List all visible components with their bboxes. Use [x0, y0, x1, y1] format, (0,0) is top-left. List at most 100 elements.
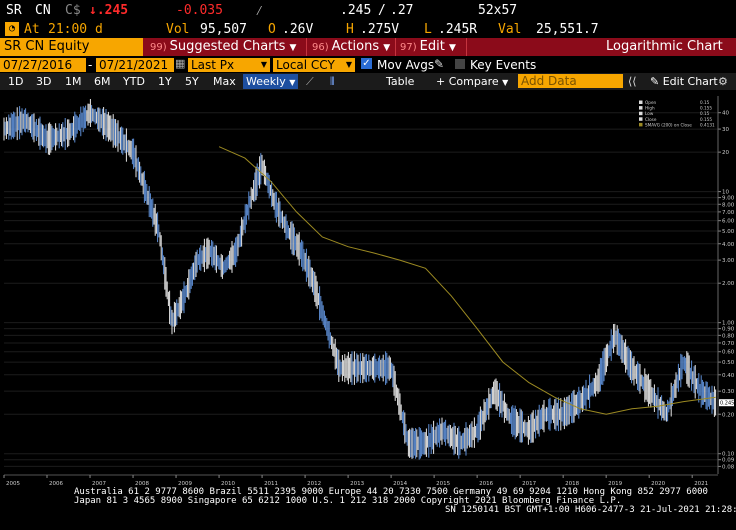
actions-menu[interactable]: 96) Actions ▼ [312, 38, 390, 56]
legend-name: SMAVG (200) on Close [645, 122, 692, 127]
currency-label: Local CCY [276, 58, 335, 72]
chevron-down-icon: ▼ [502, 78, 509, 87]
last-price-tag: 0.245 [719, 399, 734, 407]
clock-icon: ◔ [5, 22, 19, 36]
legend-swatch [639, 100, 643, 104]
edit-chart-button[interactable]: ✎ Edit Chart [650, 74, 718, 89]
val-label: Val [498, 22, 522, 37]
edit-chart-label: Edit Chart [662, 75, 718, 88]
legend-name: High [645, 106, 655, 111]
vol-label: Vol [166, 22, 190, 37]
period-3d[interactable]: 3D [36, 74, 51, 89]
calendar-icon[interactable]: ▦ [175, 57, 185, 70]
ask: .27 [390, 3, 414, 18]
period-1y[interactable]: 1Y [158, 74, 172, 89]
edit-number: 97) [400, 42, 417, 53]
y-tick-label: 2.00 [722, 281, 735, 287]
y-tick-label: 0.50 [722, 360, 735, 366]
candle-icon[interactable]: ⫴ [330, 74, 335, 89]
legend-name: Low [645, 111, 654, 116]
price-field-select[interactable]: Last Px ▼ [188, 58, 270, 72]
add-data-input[interactable]: Add Data [518, 74, 623, 88]
high-label: H [346, 22, 354, 37]
menu-divider [306, 38, 307, 56]
y-tick-label: 9.00 [722, 196, 735, 202]
frequency-select[interactable]: Weekly ▼ [243, 74, 299, 89]
legend-swatch [639, 117, 643, 121]
currency: C$ [65, 3, 81, 18]
quote-time: 21:00 d [48, 22, 103, 37]
mov-avgs-checkbox[interactable]: ✓ [361, 58, 372, 69]
chevron-down-icon: ▼ [289, 78, 296, 87]
actions-label: Actions [331, 39, 380, 54]
pencil-icon[interactable]: ✎ [434, 57, 444, 71]
frequency-label: Weekly [246, 75, 286, 88]
bid: .245 [340, 3, 372, 18]
chevron-down-icon: ▼ [289, 43, 297, 53]
y-tick-label: 0.30 [722, 389, 735, 395]
chart-title: Logarithmic Chart [606, 39, 723, 54]
period-ytd[interactable]: YTD [123, 74, 145, 89]
at-label: At [24, 22, 40, 37]
key-events-label: Key Events [470, 58, 537, 72]
high-price: .275V [360, 22, 400, 37]
price-chart[interactable]: 403020109.008.007.006.005.004.003.002.00… [0, 90, 736, 490]
y-tick-label: 0.09 [722, 458, 735, 464]
chevron-down-icon: ▼ [260, 60, 267, 69]
y-tick-label: 40 [722, 111, 729, 117]
last-price-tag-label: 0.245 [720, 401, 734, 407]
legend-value: 0.15 [700, 111, 710, 116]
y-tick-label: 6.00 [722, 219, 735, 225]
end-date-field[interactable]: 07/21/2021 [96, 58, 174, 72]
mov-avgs-label: Mov Avgs [377, 58, 435, 72]
suggested-charts-label: Suggested Charts [169, 39, 286, 54]
suggested-charts-menu[interactable]: 99) Suggested Charts ▼ [150, 38, 296, 56]
low-label: L [424, 22, 432, 37]
period-1m[interactable]: 1M [65, 74, 82, 89]
legend-value: 0.4131 [700, 122, 715, 127]
compare-button[interactable]: + Compare ▼ [436, 74, 508, 89]
sparkline-icon: ⁄ [255, 3, 264, 19]
line-chart-icon[interactable]: ⟋ [306, 74, 314, 89]
table-button[interactable]: Table [386, 74, 414, 89]
open-price: .26V [282, 22, 314, 37]
y-axis: 403020109.008.007.006.005.004.003.002.00… [717, 96, 735, 474]
date-range-dash: - [88, 58, 93, 72]
chart-legend: Open 0.15 High 0.155 Low 0.15 Close 0.155 SMAVG … [639, 100, 715, 127]
chevron-down-icon: ▼ [383, 43, 391, 53]
period-6m[interactable]: 6M [94, 74, 111, 89]
period-5y[interactable]: 5Y [185, 74, 199, 89]
collapse-icon[interactable]: ⟨⟨ [628, 74, 637, 89]
legend-value: 0.15 [700, 100, 710, 105]
period-max[interactable]: Max [213, 74, 236, 89]
period-1d[interactable]: 1D [8, 74, 23, 89]
chevron-down-icon: ▼ [345, 60, 352, 69]
open-label: O [268, 22, 276, 37]
start-date-field[interactable]: 07/27/2016 [0, 58, 86, 72]
price-change: -0.035 [176, 3, 223, 18]
legend-value: 0.155 [700, 117, 712, 122]
y-tick-label: 0.40 [722, 373, 735, 379]
quote-detail-row: ◔ At 21:00 d Vol 95,507 O .26V H .275V L… [0, 22, 736, 38]
security-field[interactable]: SR CN Equity [0, 38, 143, 56]
edit-label: Edit [419, 39, 445, 54]
y-tick-label: 0.20 [722, 412, 735, 418]
legend-value: 0.155 [700, 106, 712, 111]
sma-line [218, 146, 716, 415]
ticker: SR [6, 3, 22, 18]
menu-divider [466, 38, 467, 56]
edit-menu[interactable]: 97) Edit ▼ [400, 38, 456, 56]
currency-select[interactable]: Local CCY ▼ [273, 58, 355, 72]
legend-swatch [639, 111, 643, 116]
price-field-label: Last Px [191, 58, 235, 72]
y-tick-label: 5.00 [722, 229, 735, 235]
y-tick-label: 0.90 [722, 327, 735, 333]
suggested-charts-number: 99) [150, 42, 167, 53]
y-tick-label: 7.00 [722, 210, 735, 216]
y-tick-label: 30 [722, 127, 729, 133]
y-tick-label: 0.80 [722, 333, 735, 339]
y-tick-label: 0.08 [722, 464, 735, 470]
key-events-checkbox[interactable] [455, 59, 465, 69]
footer: Australia 61 2 9777 8600 Brazil 5511 239… [0, 485, 736, 530]
settings-icon[interactable]: ⚙ [718, 74, 728, 89]
